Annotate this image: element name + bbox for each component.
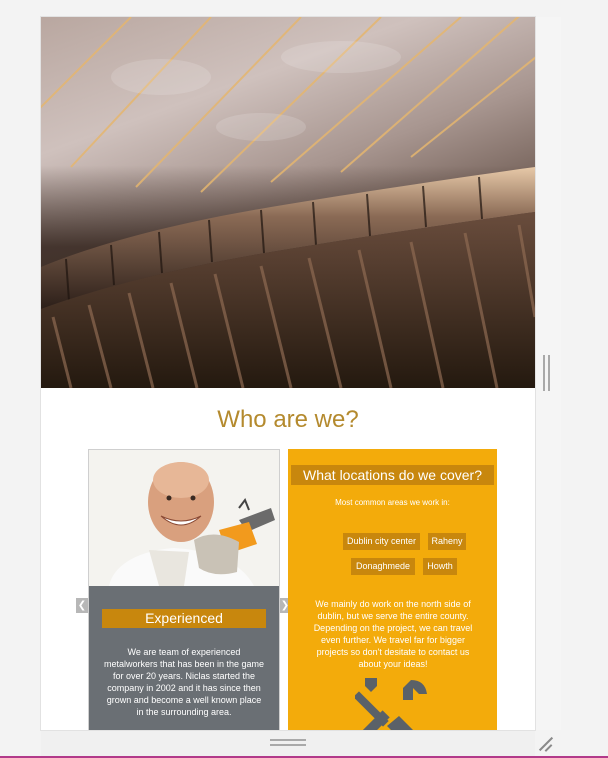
locations-text: We mainly do work on the north side of d… xyxy=(313,599,473,669)
resize-grip-icon[interactable] xyxy=(537,735,555,753)
page-frame: Who are we? ❮ ❯ Experienced We are team … xyxy=(41,17,535,730)
carousel-prev-button[interactable]: ❮ xyxy=(76,598,88,613)
tools-icon xyxy=(355,678,427,730)
locations-subtitle: Most common areas we work in: xyxy=(335,498,450,507)
horizontal-resize-handle[interactable] xyxy=(270,739,306,747)
location-tag: Howth xyxy=(423,558,457,575)
location-tag: Donaghmede xyxy=(351,558,415,575)
location-tag: Raheny xyxy=(428,533,466,550)
experienced-text: We are team of experienced metalworkers … xyxy=(103,647,265,717)
location-tag: Dublin city center xyxy=(343,533,420,550)
chevron-left-icon: ❮ xyxy=(77,600,87,611)
hero-image xyxy=(41,17,535,388)
worker-portrait xyxy=(89,450,279,586)
vertical-resize-handle[interactable] xyxy=(543,355,551,391)
locations-title: What locations do we cover? xyxy=(291,465,494,485)
locations-card: What locations do we cover? Most common … xyxy=(288,449,497,730)
section-heading: Who are we? xyxy=(217,406,359,433)
experienced-card: Experienced We are team of experienced m… xyxy=(88,449,280,730)
experienced-title: Experienced xyxy=(102,609,266,628)
